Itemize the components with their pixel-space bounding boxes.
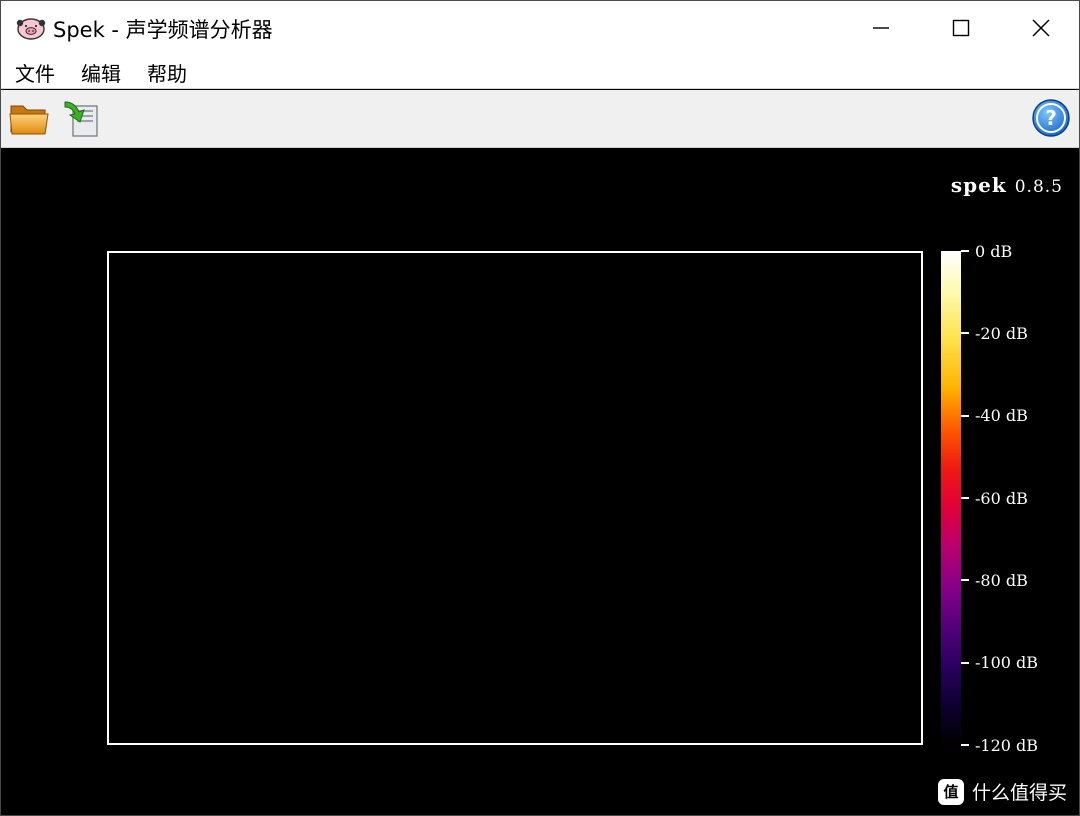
db-scale-tick: -120 dB	[961, 735, 1038, 755]
open-file-button[interactable]	[7, 96, 51, 140]
title-bar[interactable]: Spek - 声学频谱分析器	[1, 1, 1079, 55]
db-tick-label: -100 dB	[975, 653, 1039, 673]
db-tick-mark	[961, 497, 969, 499]
db-tick-mark	[961, 579, 969, 582]
save-export-icon	[64, 101, 98, 137]
menu-help[interactable]: 帮助	[145, 58, 189, 87]
db-scale-tick: -80 dB	[961, 570, 1028, 590]
db-scale-tick: -20 dB	[961, 323, 1028, 343]
spectrogram-plot-frame	[107, 251, 923, 745]
menu-file[interactable]: 文件	[13, 58, 57, 87]
app-version: 0.8.5	[1014, 177, 1063, 197]
version-label: spek 0.8.5	[951, 173, 1063, 197]
db-tick-mark	[961, 250, 969, 252]
db-tick-label: -120 dB	[975, 735, 1039, 755]
toolbar: ?	[1, 90, 1079, 148]
close-icon	[1032, 19, 1050, 37]
db-color-scale	[941, 251, 961, 745]
spek-window: Spek - 声学频谱分析器 文件 编辑 帮助 ? spek 0.8.5 0 d…	[0, 0, 1080, 816]
db-tick-mark	[961, 744, 969, 746]
db-tick-label: 0 dB	[975, 241, 1013, 261]
svg-text:?: ?	[1045, 106, 1057, 130]
open-folder-icon	[9, 105, 49, 135]
save-button[interactable]	[59, 96, 103, 140]
help-icon: ?	[1032, 99, 1070, 137]
db-tick-label: -20 dB	[975, 323, 1028, 343]
db-scale-ticks: 0 dB -20 dB -40 dB -60 dB -80 dB -100 dB -120 …	[961, 242, 1071, 755]
menu-bar: 文件 编辑 帮助	[1, 55, 1079, 89]
db-tick-label: -80 dB	[975, 570, 1028, 590]
app-name: spek	[950, 173, 1007, 197]
db-scale-tick: -40 dB	[961, 406, 1028, 426]
db-tick-mark	[961, 661, 969, 664]
pig-face-icon	[16, 18, 46, 40]
db-tick-label: -40 dB	[975, 406, 1028, 426]
maximize-icon	[952, 19, 970, 37]
watermark: 值 什么值得买	[937, 778, 1067, 805]
menu-edit[interactable]: 编辑	[79, 58, 123, 87]
db-tick-mark	[961, 414, 969, 417]
db-tick-mark	[961, 332, 969, 335]
db-tick-label: -60 dB	[975, 488, 1028, 508]
maximize-button[interactable]	[921, 1, 1001, 55]
close-button[interactable]	[1001, 1, 1079, 55]
db-scale-tick: 0 dB	[961, 241, 1012, 261]
db-scale-tick: -60 dB	[961, 488, 1028, 508]
window-title: Spek - 声学频谱分析器	[53, 18, 273, 42]
minimize-icon	[873, 27, 889, 29]
minimize-button[interactable]	[841, 1, 921, 55]
help-button[interactable]: ?	[1029, 96, 1073, 140]
watermark-logo-icon: 值	[937, 778, 964, 805]
db-scale-tick: -100 dB	[961, 653, 1038, 673]
spectrogram-view[interactable]: spek 0.8.5 0 dB -20 dB -40 dB -60 dB -80 dB -1…	[3, 149, 1079, 815]
watermark-text: 什么值得买	[971, 782, 1067, 804]
